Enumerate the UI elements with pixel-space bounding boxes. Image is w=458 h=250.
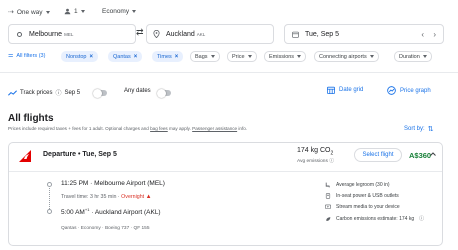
legroom-icon <box>325 182 330 188</box>
filter-chip-qantas[interactable]: Qantas × <box>108 51 143 62</box>
info-icon[interactable]: ⓘ <box>419 215 424 222</box>
amenity-emissions: Carbon emissions estimate: 174 kg ⓘ <box>325 215 424 222</box>
departure-title: Departure • Tue, Sep 5 <box>43 151 117 158</box>
results-heading: All flights <box>8 113 54 124</box>
filter-chip-price[interactable]: Price <box>227 51 257 62</box>
warning-icon: ▲ <box>145 194 152 200</box>
chevron-down-icon <box>247 55 252 58</box>
previous-date-icon[interactable]: ‹ <box>421 30 424 39</box>
price-graph-button[interactable]: Price graph <box>387 86 431 95</box>
chevron-down-icon <box>132 10 137 13</box>
trend-line-icon <box>8 89 17 96</box>
passengers-select[interactable]: 1 <box>64 8 85 15</box>
flight-details: Qantas · Economy · Boeing 737 · QF 155 <box>61 226 150 231</box>
any-dates-label: Any dates <box>124 88 151 94</box>
all-filters-button[interactable]: ⚌ All filters (3) <box>8 52 45 60</box>
arrival-line: 5:00 AM+1 · Auckland Airport (AKL) <box>61 207 161 217</box>
one-way-arrow-icon: ⇢ <box>8 9 14 16</box>
amenity-legroom: Average legroom (30 in) <box>325 182 390 188</box>
sort-by-button[interactable]: Sort by: ⇅ <box>404 125 434 133</box>
filter-sliders-icon: ⚌ <box>8 53 14 59</box>
any-dates-toggle[interactable] <box>157 88 171 98</box>
emissions-value: 174 kg CO2 <box>297 147 334 157</box>
calendar-icon <box>292 31 299 38</box>
departure-line: 11:25 PM · Melbourne Airport (MEL) <box>61 180 165 187</box>
departure-dot-icon <box>47 182 52 187</box>
amenity-power: In-seat power & USB outlets <box>325 193 399 199</box>
info-icon[interactable]: ⓘ <box>329 159 334 164</box>
divider <box>9 171 442 172</box>
qantas-logo-icon <box>19 150 31 162</box>
bag-fees-link[interactable]: bag fees <box>150 126 168 131</box>
stream-media-icon <box>325 204 331 209</box>
person-icon <box>64 8 71 15</box>
close-icon[interactable]: × <box>175 54 179 60</box>
chevron-up-icon[interactable] <box>430 152 436 156</box>
origin-field[interactable]: Melbourne MEL <box>8 24 136 44</box>
chevron-down-icon <box>80 10 85 13</box>
arrival-dot-icon <box>47 209 52 214</box>
trip-type-select[interactable]: ⇢ One way <box>8 8 50 16</box>
emissions-label: Avg emissions ⓘ <box>297 159 334 164</box>
divider <box>0 72 458 73</box>
filter-chip-times[interactable]: Times × <box>152 51 184 62</box>
location-pin-icon <box>153 30 160 38</box>
chevron-down-icon <box>210 55 215 58</box>
departure-date-field[interactable]: Tue, Sep 5 ‹ › <box>284 24 444 44</box>
chevron-down-icon <box>422 55 427 58</box>
amenity-stream-media: Stream media to your device <box>325 204 400 210</box>
power-outlet-icon <box>325 193 331 199</box>
info-icon[interactable]: ⓘ <box>55 88 61 97</box>
track-prices-section: Track prices ⓘ Sep 5 <box>8 88 80 97</box>
passenger-assistance-link[interactable]: Passenger assistance <box>192 126 237 131</box>
flight-price: A$360 <box>409 151 432 160</box>
co2-icon <box>326 216 331 221</box>
route-line <box>49 188 50 209</box>
next-date-icon[interactable]: › <box>433 30 436 39</box>
sort-icon: ⇅ <box>427 126 434 133</box>
close-icon[interactable]: × <box>90 54 94 60</box>
chevron-down-icon <box>45 10 50 14</box>
date-grid-icon <box>327 86 335 94</box>
chevron-down-icon <box>369 55 374 58</box>
travel-time-line: Travel time: 3 hr 35 min · Overnight ▲ <box>61 194 152 200</box>
filter-chip-connecting-airports[interactable]: Connecting airports <box>314 51 379 62</box>
track-prices-toggle[interactable] <box>93 88 107 98</box>
close-icon[interactable]: × <box>134 54 138 60</box>
swap-icon[interactable]: ⇄ <box>136 27 144 38</box>
select-flight-button[interactable]: Select flight <box>354 148 402 162</box>
price-note: Prices include required taxes + fees for… <box>8 126 248 131</box>
chevron-down-icon <box>297 55 302 58</box>
flight-card: Departure • Tue, Sep 5 174 kg CO2 Avg em… <box>8 142 443 246</box>
filter-chip-duration[interactable]: Duration <box>394 51 432 62</box>
origin-circle-icon <box>17 31 22 37</box>
filter-chip-bags[interactable]: Bags <box>190 51 220 62</box>
filter-chip-nonstop[interactable]: Nonstop × <box>61 51 99 62</box>
destination-field[interactable]: Auckland AKL <box>146 24 274 44</box>
date-grid-button[interactable]: Date grid <box>327 86 363 94</box>
cabin-class-select[interactable]: Economy <box>102 8 137 15</box>
price-graph-icon <box>387 86 396 95</box>
filter-chip-emissions[interactable]: Emissions <box>264 51 307 62</box>
